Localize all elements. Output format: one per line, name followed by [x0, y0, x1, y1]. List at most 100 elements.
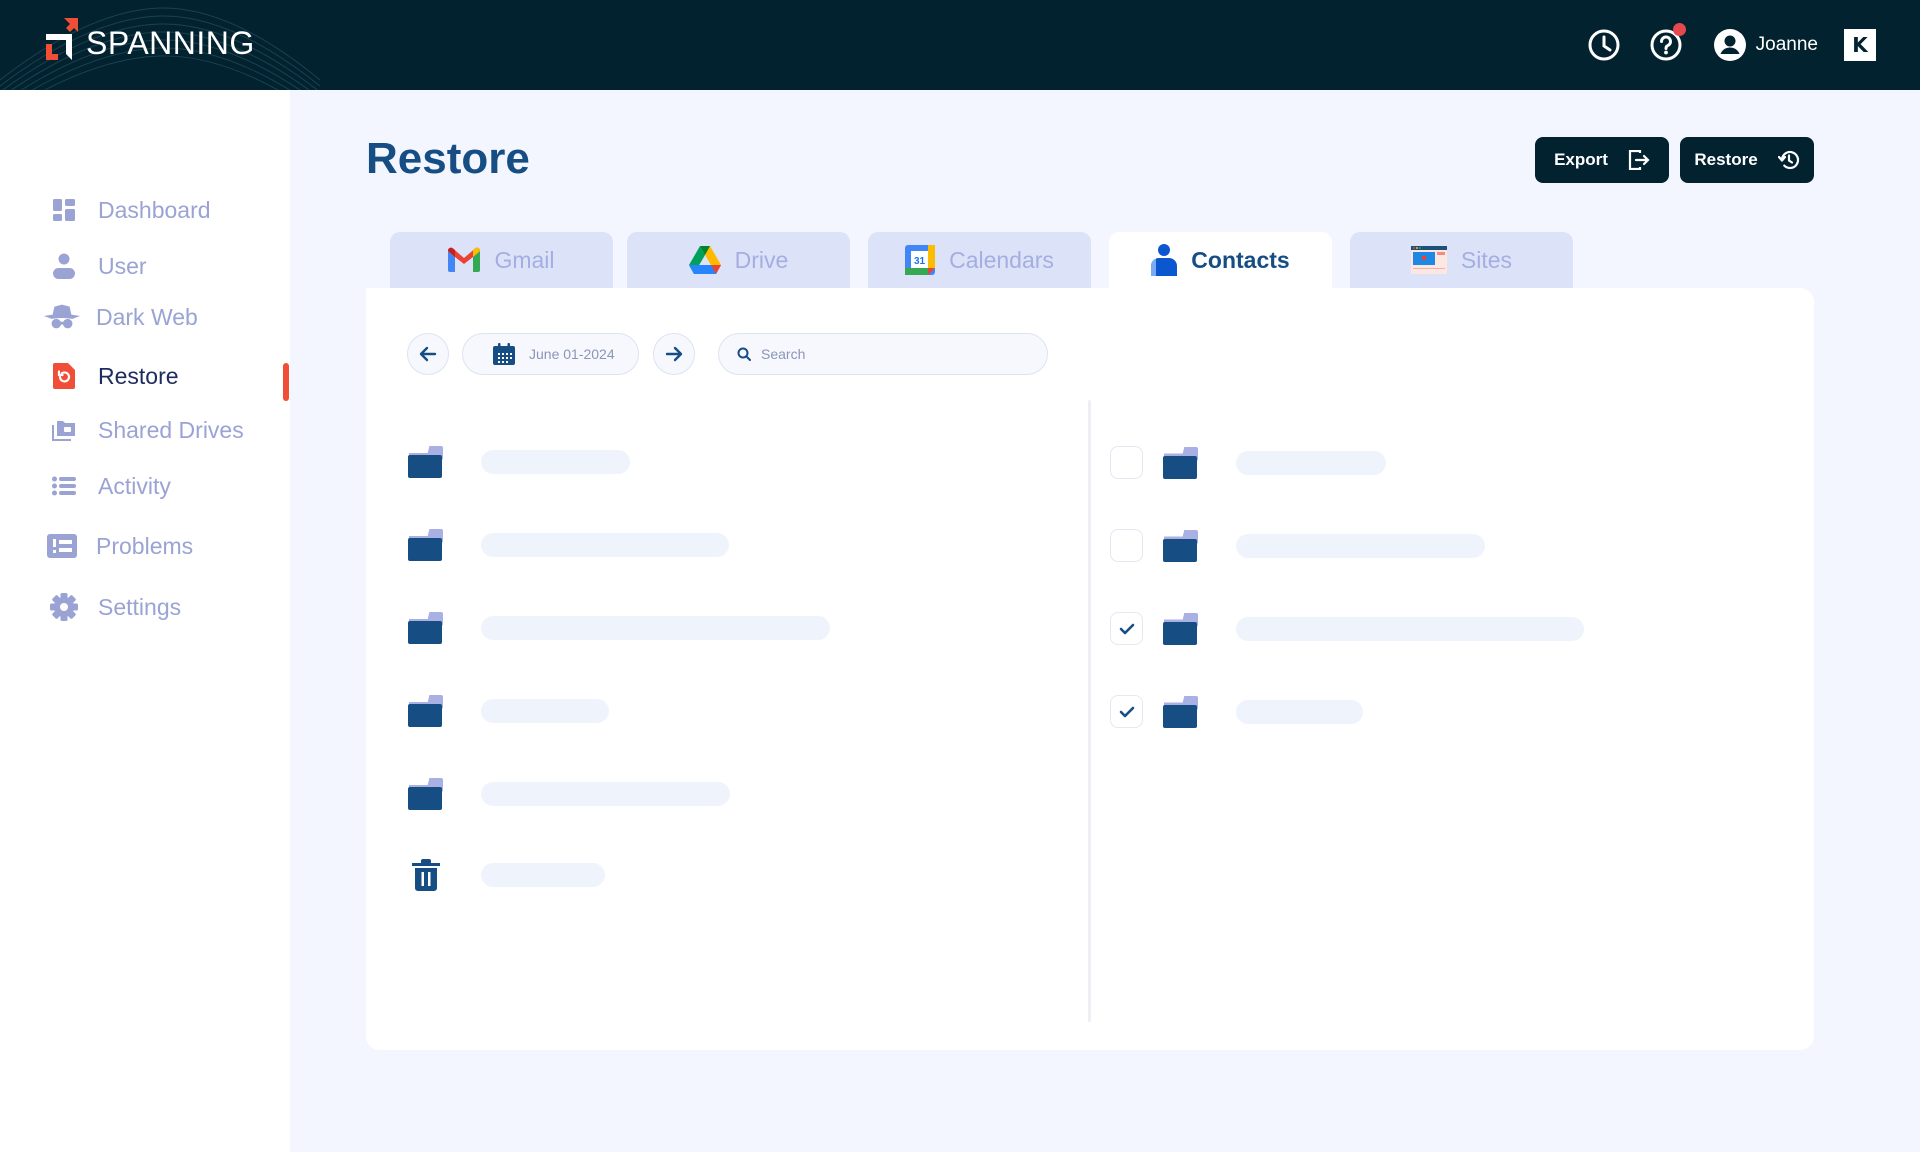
google-sites-icon: [1410, 246, 1447, 274]
previous-date-button[interactable]: [407, 333, 449, 375]
folder-icon: [408, 529, 444, 561]
search-input[interactable]: [761, 346, 1031, 362]
arrow-right-icon: [665, 346, 683, 362]
top-bar: SPANNING Joanne K: [0, 0, 1920, 90]
sidebar-item-shared-drives[interactable]: Shared Drives: [46, 415, 244, 445]
next-date-button[interactable]: [653, 333, 695, 375]
search-box[interactable]: [718, 333, 1048, 375]
tab-label: Calendars: [949, 246, 1054, 273]
contacts-icon: [1151, 244, 1178, 276]
checkbox-checked[interactable]: [1110, 612, 1143, 645]
list-item[interactable]: [408, 778, 730, 810]
folder-icon: [408, 695, 444, 727]
sidebar-item-restore[interactable]: Restore: [46, 361, 179, 391]
sidebar-item-label: Activity: [98, 472, 171, 499]
loading-placeholder: [1236, 616, 1584, 641]
google-drive-icon: [688, 246, 721, 274]
sidebar-item-settings[interactable]: Settings: [46, 592, 181, 622]
trash-icon: [412, 859, 440, 891]
sidebar-item-label: Problems: [96, 532, 194, 559]
restore-button[interactable]: Restore: [1680, 137, 1814, 183]
history-button[interactable]: [1586, 27, 1622, 63]
checkmark-icon: [1119, 706, 1134, 717]
loading-placeholder: [1236, 533, 1485, 558]
user-name: Joanne: [1755, 34, 1818, 55]
sidebar-item-label: Settings: [98, 593, 182, 620]
notification-dot: [1672, 23, 1686, 36]
export-icon: [1628, 150, 1650, 170]
sidebar-item-dark-web[interactable]: Dark Web: [44, 302, 198, 332]
export-button-label: Export: [1554, 150, 1608, 169]
sidebar-item-label: Shared Drives: [98, 416, 244, 443]
history-icon: [1588, 29, 1620, 61]
user-icon: [46, 251, 82, 281]
spy-icon: [44, 302, 80, 332]
selected-date: June 01-2024: [529, 346, 615, 362]
list-item[interactable]: [1110, 529, 1485, 562]
spanning-logo-mark-icon: [46, 18, 78, 60]
calendar-day: 31: [914, 256, 926, 267]
folder-icon: [408, 778, 444, 810]
history-icon: [1777, 150, 1799, 170]
folder-icon: [1163, 446, 1199, 479]
sidebar-item-problems[interactable]: Problems: [44, 531, 193, 561]
loading-placeholder: [481, 533, 729, 557]
user-menu[interactable]: Joanne: [1713, 29, 1818, 61]
folder-icon: [408, 612, 444, 644]
checkbox[interactable]: [1110, 446, 1143, 479]
shared-drives-icon: [46, 415, 82, 445]
loading-placeholder: [1236, 699, 1363, 724]
tab-label: Sites: [1460, 246, 1513, 273]
folder-icon: [1163, 612, 1199, 645]
loading-placeholder: [481, 699, 609, 723]
list-item[interactable]: [408, 446, 630, 478]
column-divider: [1088, 400, 1091, 1022]
arrow-left-icon: [419, 346, 437, 362]
tab-drive[interactable]: Drive: [627, 232, 850, 288]
loading-placeholder: [481, 616, 830, 640]
calendar-icon: [493, 343, 515, 365]
list-item[interactable]: [408, 695, 609, 727]
restore-button-label: Restore: [1694, 150, 1758, 169]
brand-name: SPANNING: [86, 24, 255, 61]
list-item[interactable]: [408, 612, 830, 644]
tab-calendars[interactable]: 31 Calendars: [868, 232, 1091, 288]
search-icon: [737, 347, 751, 361]
kaseya-logo-icon[interactable]: K: [1844, 29, 1876, 61]
sidebar-item-activity[interactable]: Activity: [46, 471, 171, 501]
list-icon: [46, 471, 82, 501]
list-item[interactable]: [408, 529, 729, 561]
sidebar-item-label: Dark Web: [96, 303, 198, 330]
restore-file-icon: [46, 361, 82, 391]
sidebar-item-label: Dashboard: [98, 196, 211, 223]
date-picker[interactable]: June 01-2024: [462, 333, 639, 375]
folder-icon: [1163, 529, 1199, 562]
tab-contacts[interactable]: Contacts: [1109, 232, 1332, 288]
list-item[interactable]: [1110, 446, 1386, 479]
sidebar-item-user[interactable]: User: [46, 251, 147, 281]
sidebar-item-label: User: [98, 252, 147, 279]
loading-placeholder: [481, 782, 730, 806]
tab-label: Contacts: [1191, 246, 1290, 273]
dashboard-icon: [46, 195, 82, 225]
list-item[interactable]: [1110, 695, 1363, 728]
checkmark-icon: [1119, 623, 1134, 634]
tab-gmail[interactable]: Gmail: [390, 232, 613, 288]
loading-placeholder: [1236, 450, 1386, 475]
spanning-logo[interactable]: SPANNING: [44, 18, 255, 64]
problems-icon: [44, 531, 80, 561]
help-button[interactable]: [1648, 23, 1686, 63]
folder-icon: [1163, 695, 1199, 728]
list-item[interactable]: [1110, 612, 1584, 645]
checkbox[interactable]: [1110, 529, 1143, 562]
list-item-trash[interactable]: [412, 859, 605, 891]
loading-placeholder: [481, 863, 605, 887]
sidebar: Dashboard User Dark Web Restore Shared D…: [0, 90, 290, 1152]
checkbox-checked[interactable]: [1110, 695, 1143, 728]
loading-placeholder: [481, 450, 630, 474]
sidebar-item-dashboard[interactable]: Dashboard: [46, 195, 211, 225]
gear-icon: [46, 592, 82, 622]
gmail-icon: [448, 247, 481, 272]
tab-sites[interactable]: Sites: [1350, 232, 1573, 288]
export-button[interactable]: Export: [1535, 137, 1669, 183]
